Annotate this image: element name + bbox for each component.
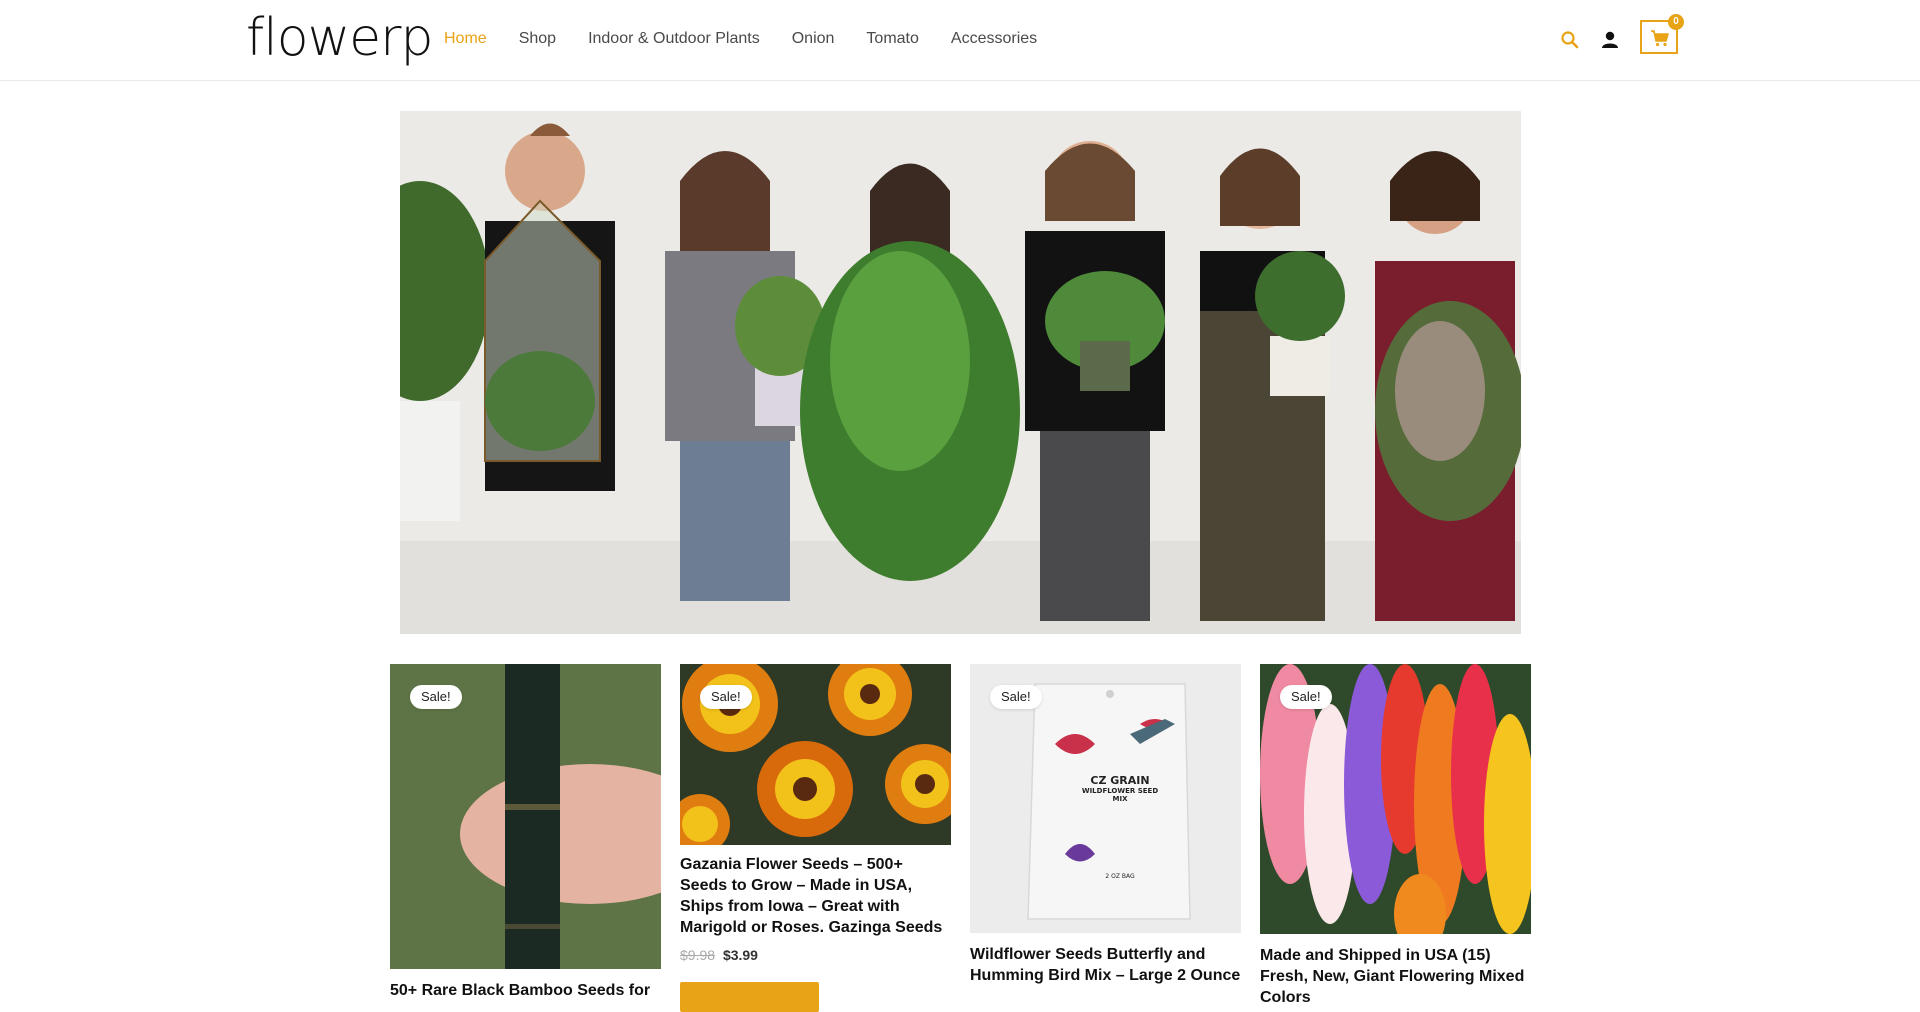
product-title[interactable]: Made and Shipped in USA (15) Fresh, New,… <box>1260 945 1531 1008</box>
product-title[interactable]: Gazania Flower Seeds – 500+ Seeds to Gro… <box>680 854 951 938</box>
product-price: $9.98 $3.99 <box>680 946 758 964</box>
sale-badge: Sale! <box>1280 685 1332 709</box>
add-to-cart-button[interactable] <box>680 982 819 1012</box>
sale-badge: Sale! <box>700 685 752 709</box>
packet-line1: WILDFLOWER SEED <box>1081 787 1159 795</box>
packet-size: 2 OZ BAG <box>1105 873 1135 880</box>
user-icon[interactable] <box>1600 30 1620 50</box>
product-image[interactable]: Sale! <box>1260 664 1531 934</box>
price-old: $9.98 <box>680 947 716 963</box>
site-header: flowerp Home Shop Indoor & Outdoor Plant… <box>0 0 1920 81</box>
product-title[interactable]: 50+ Rare Black Bamboo Seeds for <box>390 980 661 1001</box>
product-title[interactable]: Wildflower Seeds Butterfly and Humming B… <box>970 944 1241 986</box>
product-image[interactable]: Sale! <box>680 664 951 845</box>
sale-badge: Sale! <box>990 685 1042 709</box>
main-nav: Home Shop Indoor & Outdoor Plants Onion … <box>444 28 1069 50</box>
price-new: $3.99 <box>722 947 758 963</box>
packet-brand: CZ GRAIN <box>1090 774 1150 787</box>
cart-button[interactable]: 0 <box>1640 14 1684 54</box>
sale-badge: Sale! <box>410 685 462 709</box>
nav-item-onion[interactable]: Onion <box>792 28 835 50</box>
nav-item-indoor-outdoor-plants[interactable]: Indoor & Outdoor Plants <box>588 28 760 50</box>
hero-image <box>400 111 1521 634</box>
site-logo[interactable]: flowerp <box>246 8 433 68</box>
nav-item-shop[interactable]: Shop <box>519 28 556 50</box>
packet-line2: MIX <box>1112 795 1128 803</box>
nav-item-accessories[interactable]: Accessories <box>951 28 1037 50</box>
cart-icon <box>1651 30 1669 47</box>
product-image[interactable]: Sale! <box>390 664 661 969</box>
cart-count-badge: 0 <box>1668 14 1684 30</box>
nav-item-home[interactable]: Home <box>444 28 487 50</box>
product-image[interactable]: CZ GRAIN WILDFLOWER SEED MIX 2 OZ BAG Sa… <box>970 664 1241 933</box>
seed-packet-label: CZ GRAIN WILDFLOWER SEED MIX 2 OZ BAG <box>1070 774 1170 880</box>
search-icon[interactable] <box>1560 30 1580 50</box>
nav-item-tomato[interactable]: Tomato <box>866 28 918 50</box>
